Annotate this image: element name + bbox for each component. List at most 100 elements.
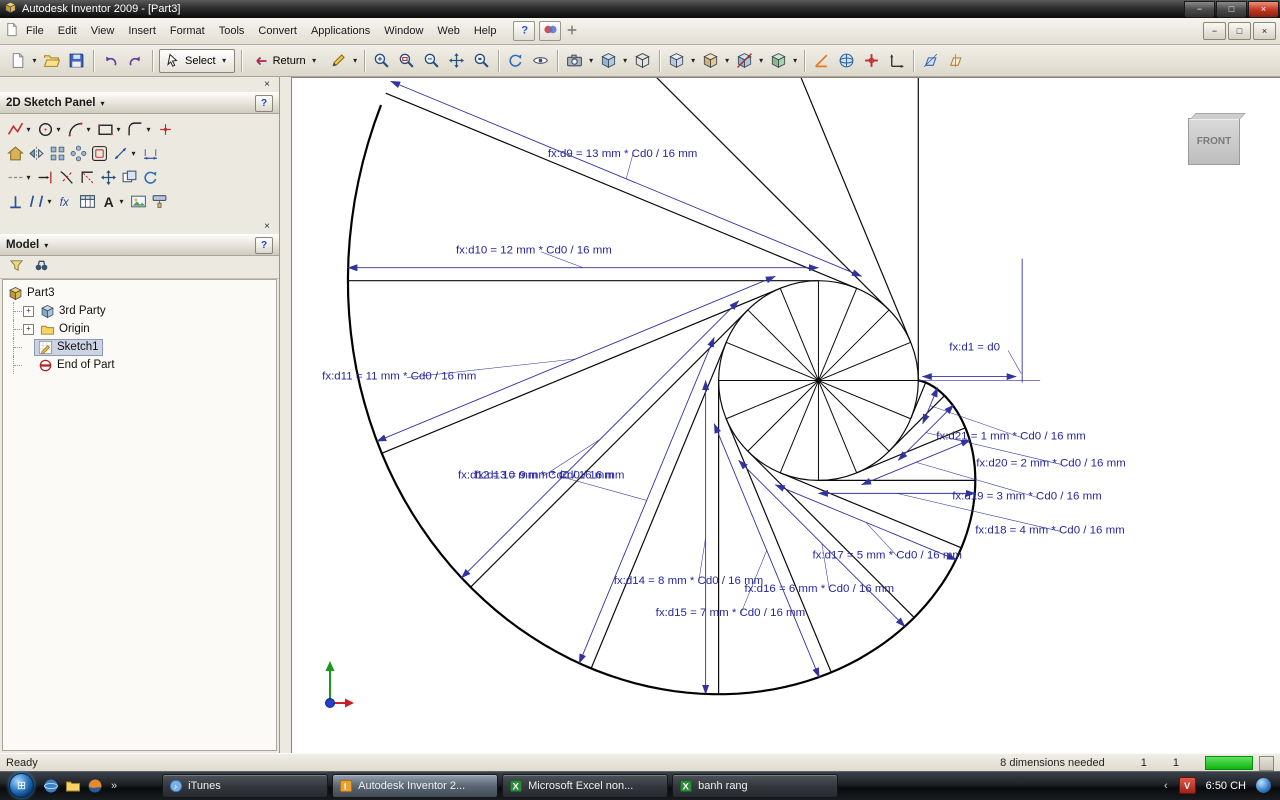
panel-close-icon[interactable]: × [264,79,270,90]
sketch-plane-a-button[interactable] [918,48,943,73]
help-question-button[interactable]: ? [513,21,536,41]
pan-arrows-button[interactable] [444,48,469,73]
chevron-down-icon[interactable]: ▾ [44,241,48,250]
clock[interactable]: 6:50 CH [1206,780,1246,792]
copy-tool-button[interactable] [121,169,138,186]
precise-input-button[interactable] [859,48,884,73]
chevron-down-icon[interactable]: ▾ [621,56,630,65]
tree-item-3rd-party[interactable]: +3rd Party [5,302,274,320]
perpendicular-constraint-button[interactable] [7,193,24,210]
sketch-point-button[interactable] [157,121,174,138]
dimension-label-d15[interactable]: fx:d15 = 7 mm * Cd0 / 16 mm [656,607,805,619]
menu-convert[interactable]: Convert [251,22,304,40]
offset-tool-button[interactable] [91,145,108,162]
format-paint-button[interactable] [151,193,168,210]
fx-parameters-button[interactable]: fx [58,193,75,210]
sketch-plane-b-button[interactable] [943,48,968,73]
mirror-tool-button[interactable] [28,145,45,162]
taskbar-button-microsoft-excel-non[interactable]: X Microsoft Excel non... [502,773,669,798]
tree-item-content[interactable]: 3rd Party [37,304,109,319]
analysis-view-button[interactable] [766,48,791,73]
extend-tool-button[interactable] [37,169,54,186]
start-button[interactable]: ⊞ [9,773,34,798]
taskbar-button-itunes[interactable]: ♪ iTunes [162,773,329,798]
quick-launch-browser-icon[interactable] [86,777,104,795]
maximize-button-icon[interactable]: □ [1216,0,1247,18]
rectangular-pattern-button[interactable] [49,145,66,162]
chevron-down-icon[interactable]: ▾ [84,125,93,134]
general-dimension-button[interactable]: ▾ [112,145,138,162]
expand-icon[interactable]: + [23,323,34,335]
return-arrow-button[interactable]: Return ▾ [248,50,324,72]
sketch-circle-button[interactable]: ▾ [37,121,63,138]
rotate-tool-button[interactable] [142,169,159,186]
select-cursor-button[interactable]: Select ▾ [159,48,235,73]
sketch-panel-header[interactable]: 2D Sketch Panel ▾ ? [0,92,279,114]
chevron-down-icon[interactable]: ▾ [144,125,153,134]
menu-applications[interactable]: Applications [304,22,377,40]
rotate-view-button[interactable] [503,48,528,73]
tree-item-part3[interactable]: Part3 [5,284,274,302]
chevron-down-icon[interactable]: ▾ [100,99,104,108]
sketch-pencil-button[interactable] [326,48,351,73]
menu-edit[interactable]: Edit [51,22,84,40]
parallel-constraint-button[interactable]: ▾ [28,193,54,210]
mdi-close-icon[interactable]: × [1253,22,1276,40]
ortho-view-button[interactable] [664,48,689,73]
tree-item-content[interactable]: Sketch1 [34,338,103,356]
chevron-down-icon[interactable]: ▾ [24,173,33,182]
chevron-down-icon[interactable]: ▾ [45,197,54,206]
sketch-line-button[interactable]: ▾ [7,121,33,138]
panel-close-icon[interactable]: × [264,221,270,232]
zoom-window-button[interactable] [394,48,419,73]
sketch-fillet-button[interactable]: ▾ [127,121,153,138]
quick-launch-folder-icon[interactable] [64,777,82,795]
insert-table-button[interactable] [79,193,96,210]
auto-dimension-button[interactable] [142,145,159,162]
zoom-all-button[interactable] [369,48,394,73]
world-sphere-button[interactable] [834,48,859,73]
coordinate-axes-button[interactable] [884,48,909,73]
graphics-window[interactable]: fx:d21 = 1 mm * Cd0 / 16 mm fx:d20 = 2 mm… [291,77,1280,753]
redo-arrow-button[interactable] [123,48,148,73]
menu-view[interactable]: View [84,22,122,40]
dimension-label-d19[interactable]: fx:d19 = 3 mm * Cd0 / 16 mm [952,490,1101,502]
chevron-down-icon[interactable]: ▾ [587,56,596,65]
undo-arrow-button[interactable] [98,48,123,73]
close-button-icon[interactable]: × [1248,0,1279,18]
menu-format[interactable]: Format [163,22,212,40]
dimension-label-d16[interactable]: fx:d16 = 6 mm * Cd0 / 16 mm [745,583,894,595]
dimension-label-d17[interactable]: fx:d17 = 5 mm * Cd0 / 16 mm [812,549,961,561]
sketch-home-button[interactable] [7,145,24,162]
sketch-arc-button[interactable]: ▾ [67,121,93,138]
panel-help-icon[interactable]: ? [255,94,273,112]
trim-tool-button[interactable] [58,169,75,186]
insert-image-button[interactable] [130,193,147,210]
chevron-down-icon[interactable]: ▾ [24,125,33,134]
chevron-down-icon[interactable]: ▾ [351,56,360,65]
chevron-down-icon[interactable]: ▾ [117,197,126,206]
quick-launch-overflow-icon[interactable]: » [111,780,117,792]
slice-view-button[interactable] [732,48,757,73]
mdi-minimize-icon[interactable]: − [1203,22,1226,40]
chevron-down-icon[interactable]: ▾ [30,56,39,65]
dimension-label-d1[interactable]: fx:d1 = d0 [949,342,1000,354]
new-page-button[interactable] [5,48,30,73]
tray-v-icon[interactable]: V [1178,777,1196,794]
taskbar-button-autodesk-inventor-2[interactable]: I Autodesk Inventor 2... [332,773,499,798]
tray-expand-icon[interactable]: ‹ [1164,780,1168,792]
split-tool-button[interactable] [79,169,96,186]
chevron-down-icon[interactable]: ▾ [723,56,732,65]
look-at-button[interactable] [528,48,553,73]
viewcube-front-face[interactable]: FRONT [1188,118,1240,165]
dimension-label-d9[interactable]: fx:d9 = 13 mm * Cd0 / 16 mm [548,148,697,160]
menu-insert[interactable]: Insert [121,22,163,40]
sketch-canvas[interactable]: fx:d21 = 1 mm * Cd0 / 16 mm fx:d20 = 2 mm… [292,78,1280,753]
chevron-down-icon[interactable]: ▾ [129,149,138,158]
tree-item-end-of-part[interactable]: End of Part [5,356,274,374]
minimize-button-icon[interactable]: − [1184,0,1215,18]
dimension-label-d11[interactable]: fx:d11 = 11 mm * Cd0 / 16 mm [322,371,476,383]
menu-web[interactable]: Web [430,22,466,40]
tree-item-content[interactable]: Part3 [5,286,58,301]
zoom-selected-button[interactable] [469,48,494,73]
